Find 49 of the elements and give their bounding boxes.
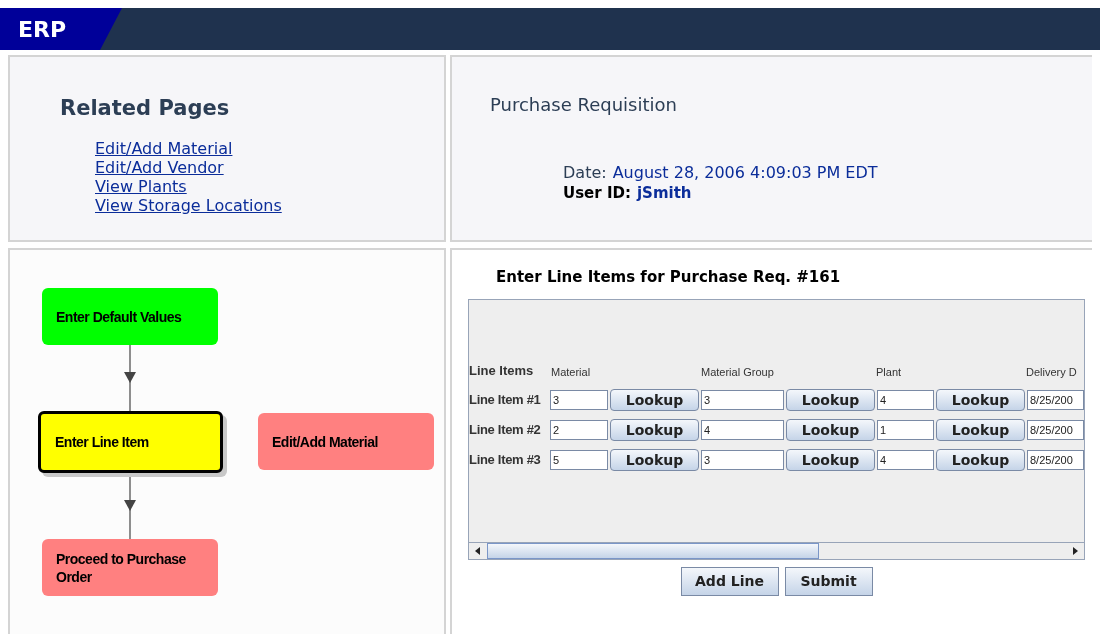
text-field[interactable]: 3 (701, 389, 784, 410)
column-header: Delivery D (1026, 365, 1077, 380)
row-label: Line Item #1 (469, 390, 542, 409)
text-field[interactable]: 8/25/200 (1027, 449, 1084, 470)
text-field[interactable]: 5 (550, 449, 608, 470)
text-field[interactable]: 4 (701, 419, 784, 440)
lookup-button[interactable]: Lookup (936, 418, 1025, 441)
column-header: Line Items (469, 362, 535, 380)
row-label: Line Item #2 (469, 420, 542, 439)
user-id-label: User ID: (563, 183, 631, 203)
flow-node[interactable]: Edit/Add Material (258, 413, 434, 470)
form-button[interactable]: Submit (784, 566, 873, 596)
lookup-button[interactable]: Lookup (786, 418, 875, 441)
lookup-button[interactable]: Lookup (786, 448, 875, 471)
lookup-button[interactable]: Lookup (610, 448, 699, 471)
page-title: Purchase Requisition (490, 93, 678, 117)
text-field[interactable]: 4 (877, 449, 934, 470)
flow-node[interactable]: Enter Default Values (42, 288, 218, 345)
column-header: Material Group (701, 365, 775, 380)
scrollbar-thumb[interactable] (487, 542, 819, 559)
related-page-link[interactable]: Edit/Add Vendor (95, 157, 224, 177)
text-field[interactable]: 8/25/200 (1027, 389, 1084, 410)
line-items-title: Enter Line Items for Purchase Req. #161 (495, 267, 842, 288)
flow-node[interactable]: Proceed to Purchase Order (42, 539, 218, 596)
user-id-value: jSmith (636, 183, 692, 203)
flow-arrow (123, 345, 137, 411)
text-field[interactable]: 4 (877, 389, 934, 410)
lookup-button[interactable]: Lookup (610, 418, 699, 441)
text-field[interactable]: 1 (877, 419, 934, 440)
column-header: Plant (876, 365, 903, 380)
lookup-button[interactable]: Lookup (786, 388, 875, 411)
related-page-link[interactable]: View Plants (95, 176, 187, 196)
date-value: August 28, 2006 4:09:03 PM EDT (612, 163, 878, 183)
form-button[interactable]: Add Line (680, 566, 779, 596)
related-pages-title: Related Pages (60, 95, 231, 122)
lookup-button[interactable]: Lookup (936, 388, 1025, 411)
row-label: Line Item #3 (469, 450, 542, 469)
text-field[interactable]: 3 (701, 449, 784, 470)
logo-text: ERP (18, 15, 67, 44)
horizontal-scrollbar[interactable] (469, 541, 1084, 559)
related-page-link[interactable]: View Storage Locations (95, 195, 282, 215)
related-page-link[interactable]: Edit/Add Material (95, 138, 233, 158)
date-label: Date: (563, 163, 607, 183)
lookup-button[interactable]: Lookup (610, 388, 699, 411)
column-header: Material (551, 365, 592, 380)
text-field[interactable]: 2 (550, 419, 608, 440)
lookup-button[interactable]: Lookup (936, 448, 1025, 471)
text-field[interactable]: 3 (550, 389, 608, 410)
text-field[interactable]: 8/25/200 (1027, 419, 1084, 440)
